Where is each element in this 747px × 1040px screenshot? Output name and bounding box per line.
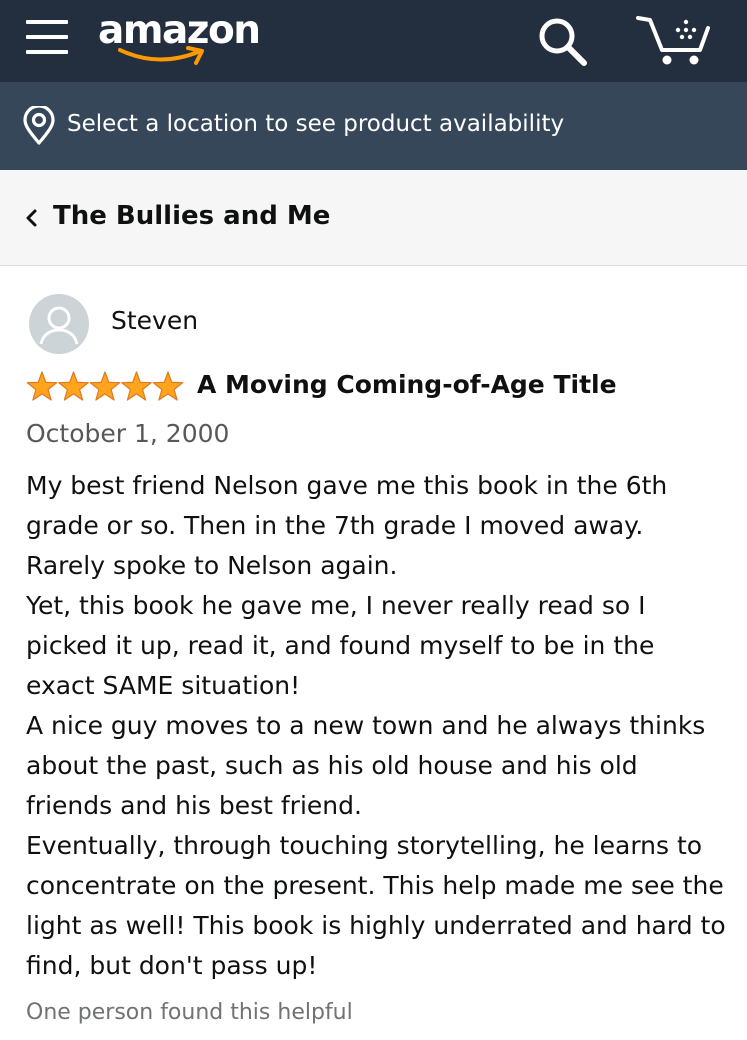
star-icon xyxy=(89,371,121,401)
star-rating xyxy=(26,371,184,401)
product-title: The Bullies and Me xyxy=(53,201,331,231)
search-icon[interactable] xyxy=(534,14,590,68)
amazon-logo[interactable]: amazon xyxy=(96,6,266,70)
review-paragraph: A nice guy moves to a new town and he al… xyxy=(26,711,706,820)
location-text: Select a location to see product availab… xyxy=(67,111,565,137)
breadcrumb: The Bullies and Me xyxy=(0,170,747,266)
star-icon xyxy=(121,371,152,401)
location-bar[interactable]: Select a location to see product availab… xyxy=(0,82,747,170)
hamburger-menu-icon[interactable] xyxy=(26,18,68,56)
review-title[interactable]: A Moving Coming-of-Age Title xyxy=(197,370,617,399)
review-paragraph: My best friend Nelson gave me this book … xyxy=(26,471,668,580)
logo-smile-icon xyxy=(118,46,204,65)
top-nav-bar: amazon xyxy=(0,0,747,82)
review-body: My best friend Nelson gave me this book … xyxy=(26,466,726,986)
cart-icon[interactable] xyxy=(634,10,716,72)
star-icon xyxy=(152,371,184,401)
review-paragraph: Eventually, through touching storytellin… xyxy=(26,831,726,980)
review-date: October 1, 2000 xyxy=(26,419,230,448)
user-avatar-icon xyxy=(29,294,89,354)
helpful-count: One person found this helpful xyxy=(26,1000,353,1025)
chevron-left-icon xyxy=(26,209,37,227)
reviewer-name: Steven xyxy=(111,306,199,335)
back-button[interactable]: The Bullies and Me xyxy=(0,170,747,265)
star-icon xyxy=(26,371,58,401)
location-pin-icon xyxy=(23,106,55,145)
star-icon xyxy=(58,371,89,401)
review-paragraph: Yet, this book he gave me, I never reall… xyxy=(26,591,655,700)
